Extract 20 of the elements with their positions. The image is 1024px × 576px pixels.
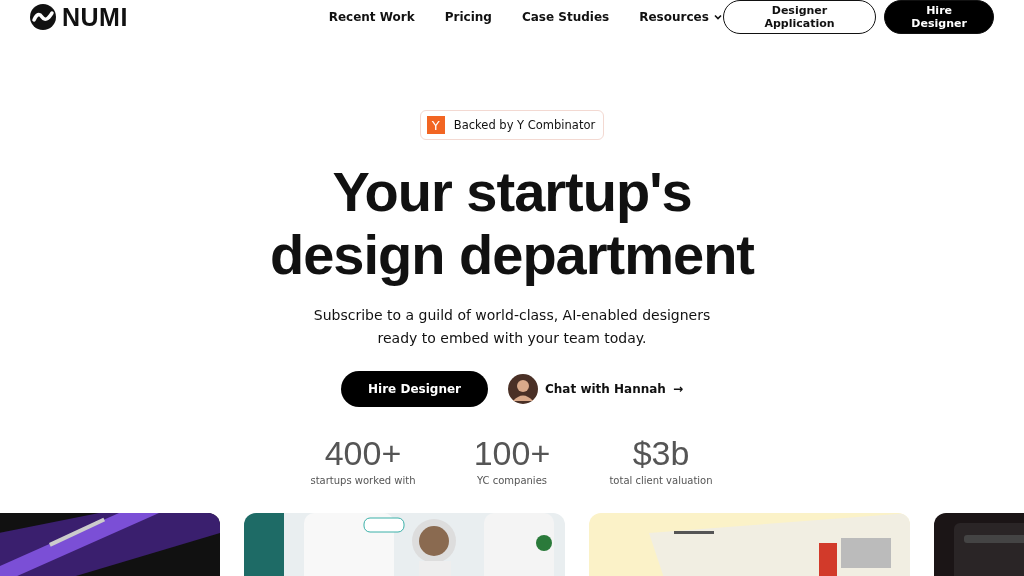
- nav-link[interactable]: Resources: [639, 10, 723, 24]
- stat-label: startups worked with: [310, 475, 416, 486]
- stat-value: $3b: [632, 433, 690, 473]
- hero-title: Your startup's: [331, 160, 693, 223]
- stat-value: 100+: [473, 433, 551, 473]
- brand-name: NUMI: [62, 2, 128, 32]
- hero-title: design department: [270, 223, 754, 286]
- y-logo: Y: [426, 116, 445, 134]
- nav-link[interactable]: Pricing: [444, 10, 492, 24]
- stat-label: YC companies: [476, 475, 547, 486]
- stat-value: 400+: [324, 433, 402, 473]
- hire-button[interactable]: Hire Designer: [884, 0, 994, 34]
- badge-label: Backed by Y Combinator: [453, 118, 596, 132]
- nav-link[interactable]: Case Studies: [521, 10, 610, 24]
- chat-link[interactable]: Chat with Hannah →: [508, 374, 683, 404]
- hire-button[interactable]: Hire Designer: [341, 371, 488, 407]
- hero-subtitle: Subscribe to a guild of world-class, AI-enabled designers ready to embed with your team today.: [313, 306, 711, 348]
- nav-link[interactable]: Recent Work: [328, 10, 415, 24]
- application-button[interactable]: Designer Application: [722, 0, 877, 34]
- stat-label: total client valuation: [609, 475, 713, 486]
